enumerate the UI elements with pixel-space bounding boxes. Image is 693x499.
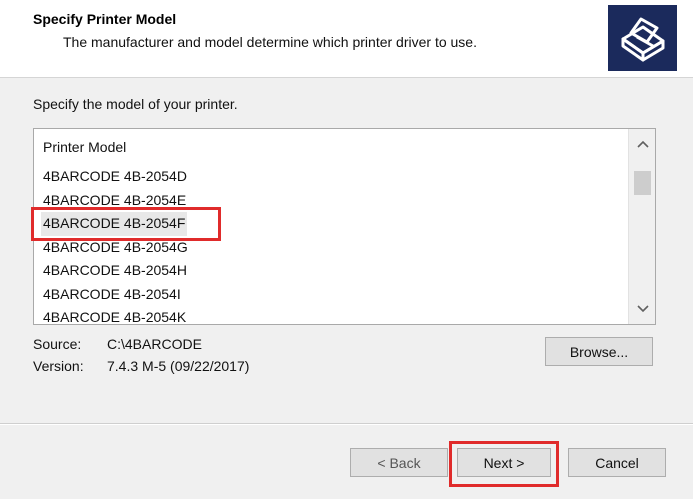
list-items: 4BARCODE 4B-2054D 4BARCODE 4B-2054E 4BAR… bbox=[34, 165, 627, 324]
scroll-down-button[interactable] bbox=[629, 296, 655, 322]
list-column-header: Printer Model bbox=[43, 139, 127, 155]
list-item[interactable]: 4BARCODE 4B-2054I bbox=[34, 283, 627, 307]
header-title: Specify Printer Model bbox=[33, 11, 177, 27]
footer-divider-highlight bbox=[0, 424, 693, 425]
list-item[interactable]: 4BARCODE 4B-2054D bbox=[34, 165, 627, 189]
highlight-box-selected-model bbox=[31, 207, 221, 241]
highlight-box-next bbox=[449, 441, 559, 487]
cancel-button[interactable]: Cancel bbox=[568, 448, 666, 477]
browse-button[interactable]: Browse... bbox=[545, 337, 653, 366]
scroll-thumb[interactable] bbox=[634, 171, 651, 195]
source-value: C:\4BARCODE bbox=[107, 336, 202, 352]
list-item[interactable]: 4BARCODE 4B-2054H bbox=[34, 259, 627, 283]
back-button[interactable]: < Back bbox=[350, 448, 448, 477]
printer-icon bbox=[608, 5, 677, 71]
version-label: Version: bbox=[33, 358, 84, 374]
header-subtitle: The manufacturer and model determine whi… bbox=[63, 34, 477, 50]
chevron-down-icon bbox=[636, 305, 649, 313]
vertical-scrollbar[interactable] bbox=[628, 129, 655, 324]
list-item[interactable]: 4BARCODE 4B-2054K bbox=[34, 306, 627, 324]
chevron-up-icon bbox=[636, 140, 649, 148]
instruction-text: Specify the model of your printer. bbox=[33, 96, 238, 112]
scroll-up-button[interactable] bbox=[629, 131, 655, 157]
version-value: 7.4.3 M-5 (09/22/2017) bbox=[107, 358, 250, 374]
source-label: Source: bbox=[33, 336, 82, 352]
wizard-header: Specify Printer Model The manufacturer a… bbox=[0, 0, 693, 78]
